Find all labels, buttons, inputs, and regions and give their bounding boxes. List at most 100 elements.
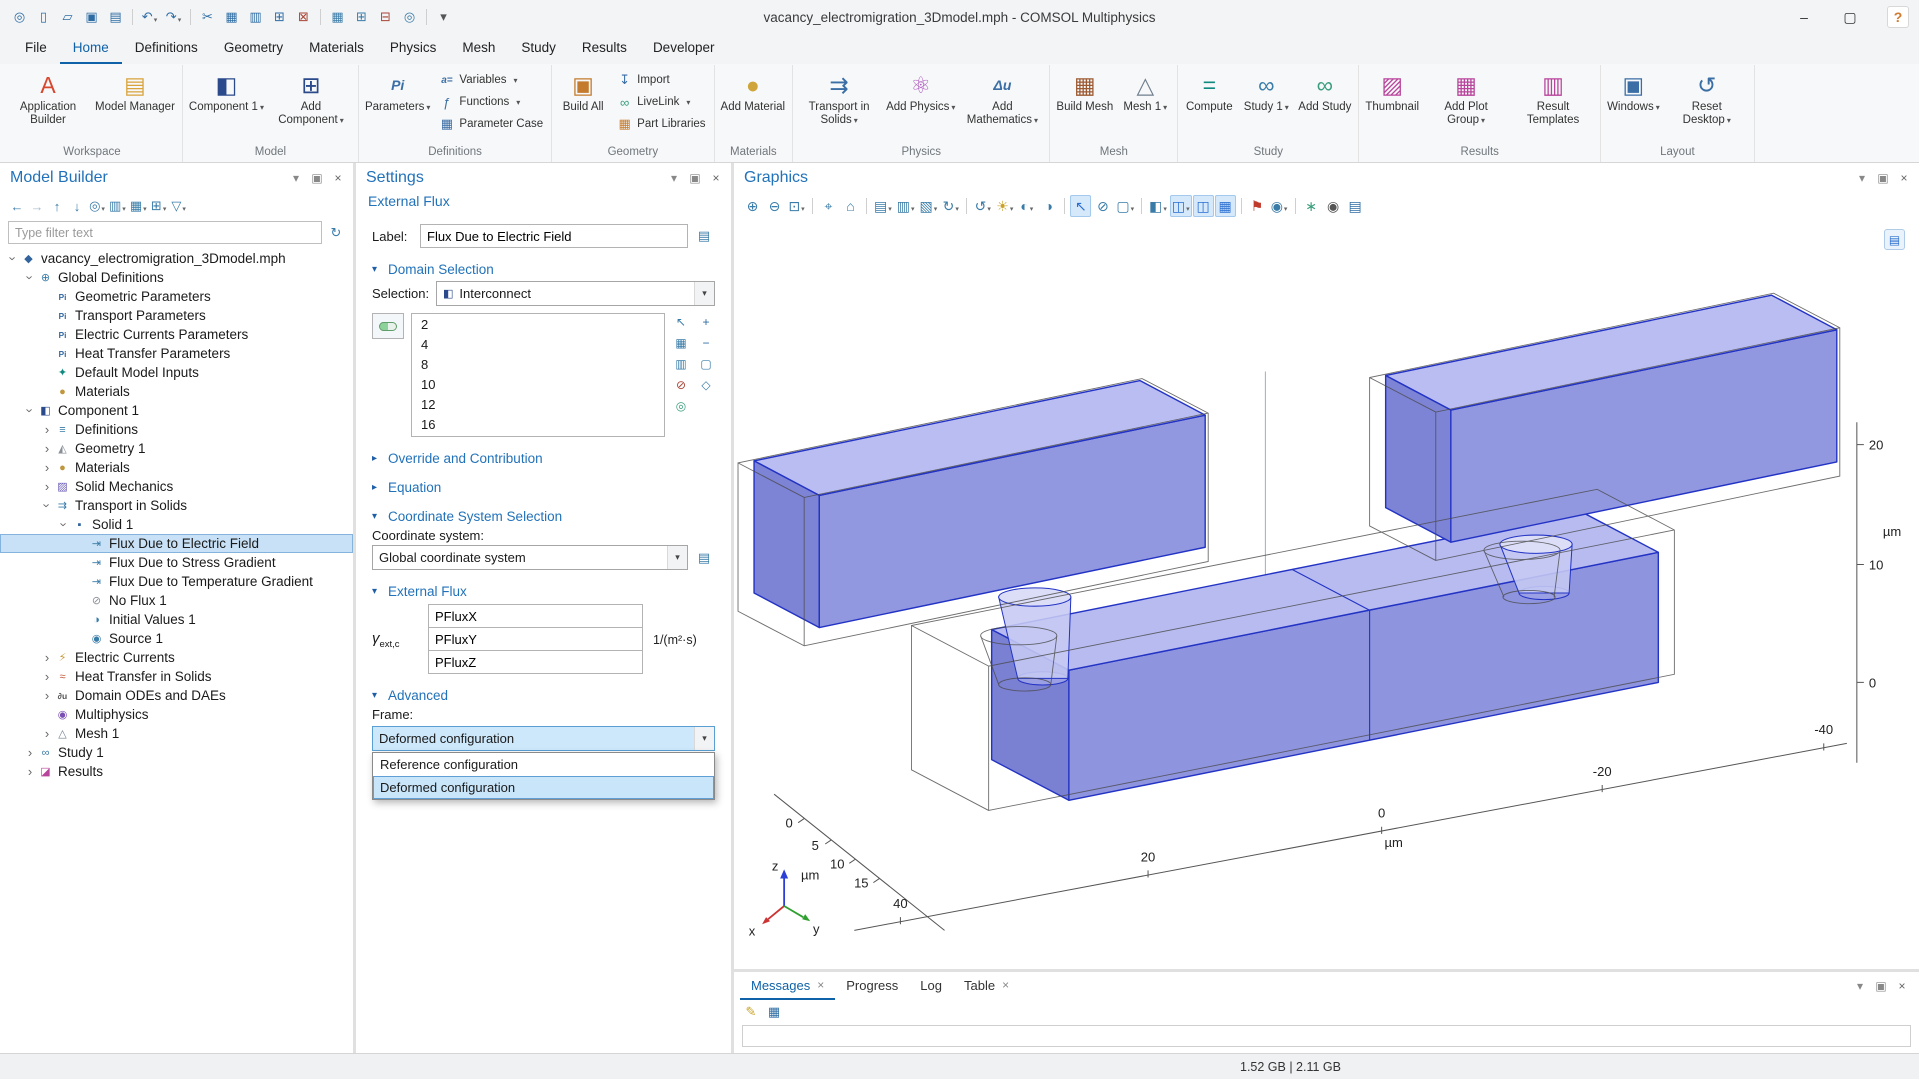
section-coordinate-system[interactable]: Coordinate System Selection [372,509,715,524]
toolbar-button[interactable]: ▦ [129,196,148,216]
graphics-toolbar-button[interactable]: ↺ [972,195,993,217]
tree-item[interactable]: › ◑ Initial Values 1 [0,610,353,629]
graphics-toolbar-button[interactable]: ⚑ [1247,195,1268,217]
selection-tool-button[interactable]: ▦ [672,334,690,351]
quick-access-button[interactable]: ↷ [162,5,185,29]
quick-access-button[interactable]: ⊠ [292,5,315,29]
panel-close-button[interactable]: × [1895,169,1913,187]
quick-access-button[interactable]: ▦ [220,5,243,29]
twisty-icon[interactable]: › [6,252,21,266]
quick-access-button[interactable]: ⊞ [268,5,291,29]
section-external-flux[interactable]: External Flux [372,584,715,599]
ribbon-button[interactable]: ▣ Windows [1604,65,1663,144]
ribbon-button[interactable]: ∞ Study 1 [1238,65,1294,144]
tree-item[interactable]: › ✦ Default Model Inputs [0,363,353,382]
dropdown-option[interactable]: Deformed configuration [373,776,714,799]
maximize-button[interactable]: ▢ [1827,0,1873,34]
selection-tool-button[interactable]: ▢ [697,355,715,372]
quick-access-button[interactable]: ◎ [398,5,421,29]
flux-z-input[interactable] [428,650,643,674]
tree-item[interactable]: › ⇉ Transport in Solids [0,496,353,515]
menu-item[interactable]: Study [508,34,569,64]
menu-item[interactable]: Geometry [211,34,296,64]
tree-item[interactable]: › ⊘ No Flux 1 [0,591,353,610]
rename-button[interactable]: ▤ [693,225,715,247]
twisty-icon[interactable]: › [23,404,38,418]
selection-tool-button[interactable]: ⊘ [672,376,690,393]
panel-menu-button[interactable]: ▾ [287,169,305,187]
panel-float-button[interactable]: ▣ [686,169,704,187]
interconnect-upper-right[interactable] [1386,295,1837,542]
refresh-button[interactable]: ↻ [327,223,345,243]
messages-content[interactable] [742,1025,1911,1047]
combobox-caret-icon[interactable] [694,727,714,750]
graphics-toolbar-button[interactable]: ⊘ [1092,195,1113,217]
ribbon-button-small[interactable]: ▦ Part Libraries [612,114,710,134]
ribbon-button[interactable]: ▤ Model Manager [92,65,178,144]
ribbon-button[interactable]: ▦ Add Plot Group [1423,65,1509,144]
ribbon-button[interactable]: ⊞ Add Component [268,65,354,144]
quick-access-button[interactable]: ▱ [56,5,79,29]
panel-close-button[interactable]: × [707,169,725,187]
ribbon-button[interactable]: Pi Parameters [362,65,433,144]
tree-filter-input[interactable] [8,221,322,244]
ribbon-button[interactable]: ▥ Result Templates [1510,65,1596,144]
graphics-toolbar-button[interactable]: ◫ [1193,195,1214,217]
section-equation[interactable]: Equation [372,480,715,495]
tree-item[interactable]: › ◉ Multiphysics [0,705,353,724]
help-button[interactable]: ? [1887,6,1909,28]
selection-tool-button[interactable]: ◇ [697,376,715,393]
twisty-icon[interactable]: › [57,518,72,532]
menu-item[interactable]: Materials [296,34,377,64]
tree-item[interactable]: › ● Materials [0,458,353,477]
ribbon-button[interactable]: ∞ Add Study [1295,65,1354,144]
graphics-toolbar-button[interactable]: ▤ [1345,195,1366,217]
tree-item[interactable]: › ⇥ Flux Due to Stress Gradient [0,553,353,572]
ribbon-button[interactable]: = Compute [1181,65,1237,144]
tree-item[interactable]: › ⇥ Flux Due to Temperature Gradient [0,572,353,591]
quick-access-button[interactable]: ✂ [196,5,219,29]
ribbon-button[interactable]: ● Add Material [718,65,789,144]
graphics-toolbar-button[interactable]: ⊕ [742,195,763,217]
domain-list-item[interactable]: 10 [412,374,664,394]
domain-list-item[interactable]: 12 [412,394,664,414]
toolbar-button[interactable]: ✎ [742,1002,760,1022]
menu-item[interactable]: Physics [377,34,450,64]
graphics-toolbar-button[interactable]: ∗ [1301,195,1322,217]
graphics-toolbar-button[interactable]: ◑ [1038,195,1059,217]
dropdown-option[interactable]: Reference configuration [373,753,714,776]
graphics-toolbar-button[interactable]: ◫ [1170,195,1192,217]
interconnect-upper-left[interactable] [754,381,1205,628]
graphics-toolbar-button[interactable]: ↖ [1070,195,1091,217]
ribbon-button[interactable]: △ Mesh 1 [1117,65,1173,144]
tree-item[interactable]: › ● Materials [0,382,353,401]
toolbar-button[interactable]: ← [8,196,26,216]
quick-access-button[interactable]: ⊞ [350,5,373,29]
tree-item[interactable]: › ◪ Results [0,762,353,781]
twisty-icon[interactable]: › [40,669,54,684]
combobox-caret-icon[interactable] [667,546,687,569]
graphics-toolbar-button[interactable]: ▥ [895,195,917,217]
ribbon-button[interactable]: ↺ Reset Desktop [1664,65,1750,144]
quick-access-button[interactable]: ⊟ [374,5,397,29]
menu-item[interactable]: Definitions [122,34,211,64]
twisty-icon[interactable]: › [23,764,37,779]
graphics-toolbar-button[interactable]: ◉ [1323,195,1344,217]
twisty-icon[interactable]: › [40,499,55,513]
domain-list-item[interactable]: 2 [412,314,664,334]
coordinate-system-menu-button[interactable]: ▤ [693,547,715,569]
selection-tool-button[interactable]: ↖ [672,313,690,330]
panel-menu-button[interactable]: ▾ [665,169,683,187]
panel-float-button[interactable]: ▣ [308,169,326,187]
graphics-canvas[interactable]: 40 20 0 -20 -40 µm 0 5 10 15 µm 20 10 0 [734,219,1919,969]
quick-access-button[interactable]: ▯ [32,5,55,29]
tree-item[interactable]: › Pi Geometric Parameters [0,287,353,306]
quick-access-button[interactable]: ▦ [326,5,349,29]
domain-selection-list[interactable]: 2 4 8 10 12 16 [411,313,665,437]
ribbon-button[interactable]: ▦ Build Mesh [1053,65,1116,144]
twisty-icon[interactable]: › [23,745,37,760]
tree-item[interactable]: › ⇥ Flux Due to Electric Field [0,534,353,553]
active-selection-toggle-button[interactable] [372,313,404,339]
tab-close-icon[interactable] [817,978,824,992]
ribbon-button[interactable]: ▣ Build All [555,65,611,144]
